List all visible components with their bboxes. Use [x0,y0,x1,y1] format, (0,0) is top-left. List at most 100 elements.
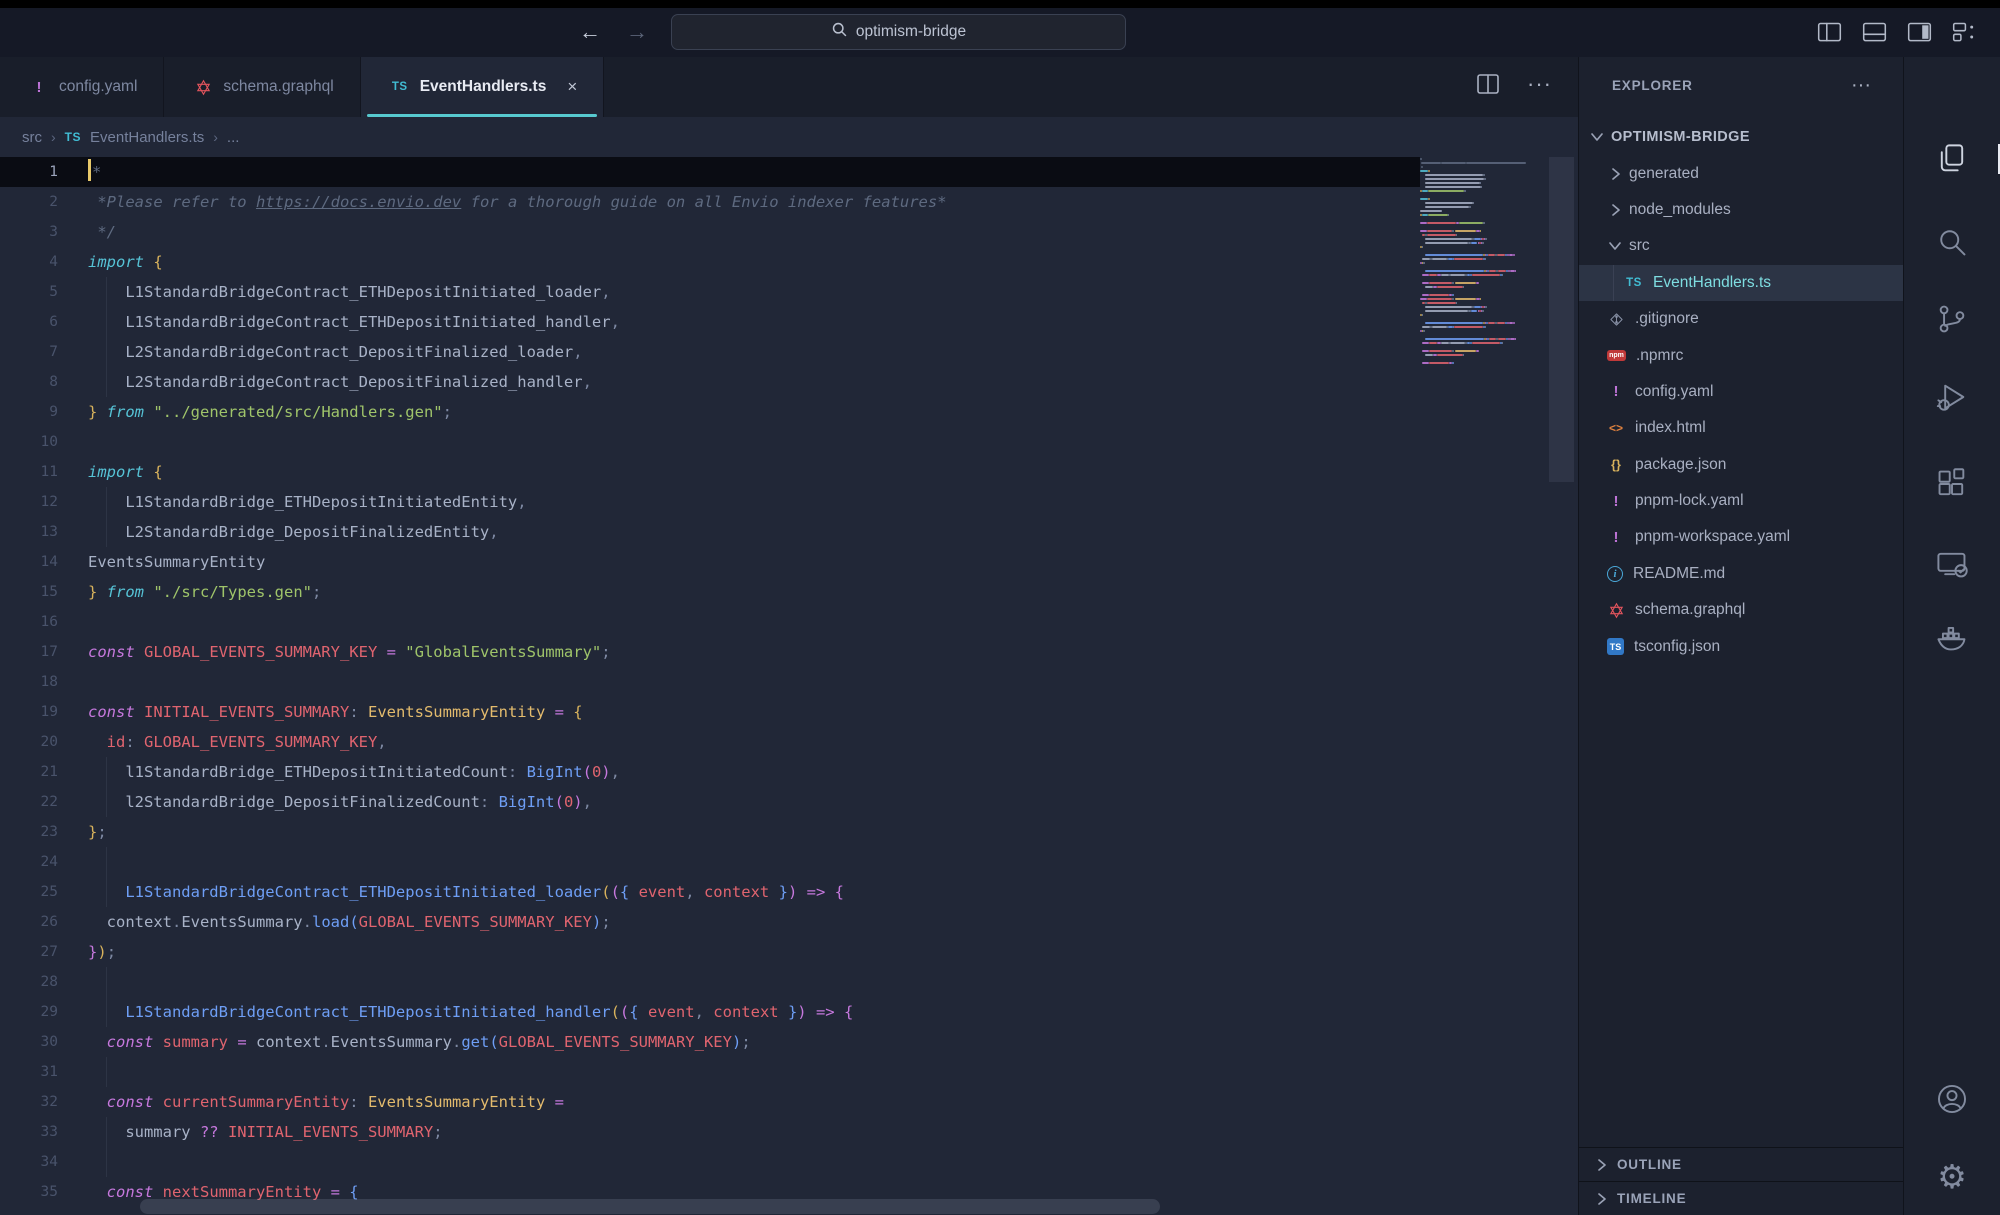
code-line-4[interactable]: 4import { [0,247,1578,277]
code-line-21[interactable]: 21l1StandardBridge_ETHDepositInitiatedCo… [0,757,1578,787]
line-number: 31 [0,1057,58,1087]
code-line-25[interactable]: 25L1StandardBridgeContract_ETHDepositIni… [0,877,1578,907]
code-line-31[interactable]: 31 [0,1057,1578,1087]
code-line-28[interactable]: 28 [0,967,1578,997]
tree-item-config.yaml[interactable]: !config.yaml [1579,374,1903,410]
extensions-icon[interactable] [1935,467,1969,501]
code-editor[interactable]: 1*2*Please refer to https://docs.envio.d… [0,157,1578,1215]
typescript-icon: TS [65,130,81,144]
tree-item-tsconfig.json[interactable]: TStsconfig.json [1579,628,1903,664]
tab-config.yaml[interactable]: !config.yaml [0,57,164,117]
code-line-17[interactable]: 17 const GLOBAL_EVENTS_SUMMARY_KEY = "Glo… [0,637,1578,667]
code-line-34[interactable]: 34 [0,1147,1578,1177]
code-line-3[interactable]: 3*/ [0,217,1578,247]
layout-icon[interactable] [1951,19,1978,46]
breadcrumb-segment[interactable]: ... [227,129,240,146]
section-outline[interactable]: OUTLINE [1579,1147,1903,1181]
sidebar-more-icon[interactable]: ··· [1851,74,1871,97]
code-text: l1StandardBridge_ETHDepositInitiatedCoun… [88,757,620,787]
code-line-29[interactable]: 29L1StandardBridgeContract_ETHDepositIni… [0,997,1578,1027]
remote-icon[interactable] [1935,547,1969,581]
files-icon[interactable] [1935,142,1969,176]
more-actions-icon[interactable]: ··· [1527,71,1552,97]
breadcrumb-separator: › [213,129,218,145]
debug-icon[interactable] [1935,380,1969,414]
line-number: 27 [0,937,58,967]
line-number: 17 [0,637,58,667]
tree-item-README.md[interactable]: iREADME.md [1579,556,1903,592]
tree-item-generated[interactable]: generated [1579,155,1903,191]
tree-indent-guide [1613,265,1614,301]
tree-item-src[interactable]: src [1579,228,1903,264]
tab-EventHandlers.ts[interactable]: TSEventHandlers.ts× [361,57,605,117]
nav-back-button[interactable]: ← [575,18,605,46]
code-line-30[interactable]: 30const summary = context.EventsSummary.… [0,1027,1578,1057]
code-line-18[interactable]: 18 [0,667,1578,697]
panel-right-icon[interactable] [1906,19,1933,46]
tree-item-index.html[interactable]: <>index.html [1579,410,1903,446]
code-line-32[interactable]: 32const currentSummaryEntity: EventsSumm… [0,1087,1578,1117]
minimap[interactable] [1420,157,1548,577]
code-text: }); [88,937,116,967]
breadcrumb-segment[interactable]: src [22,129,42,146]
code-line-2[interactable]: 2*Please refer to https://docs.envio.dev… [0,187,1578,217]
code-line-5[interactable]: 5 L1StandardBridgeContract_ETHDepositInit… [0,277,1578,307]
tab-schema.graphql[interactable]: schema.graphql [164,57,360,117]
tree-item-.gitignore[interactable]: .gitignore [1579,301,1903,337]
line-number: 33 [0,1117,58,1147]
line-number: 22 [0,787,58,817]
code-line-26[interactable]: 26context.EventsSummary.load(GLOBAL_EVEN… [0,907,1578,937]
code-line-13[interactable]: 13L2StandardBridge_DepositFinalizedEntit… [0,517,1578,547]
code-line-22[interactable]: 22l2StandardBridge_DepositFinalizedCount… [0,787,1578,817]
code-line-19[interactable]: 19const INITIAL_EVENTS_SUMMARY: EventsSu… [0,697,1578,727]
code-line-16[interactable]: 16 [0,607,1578,637]
chevron-right-icon [1593,1191,1609,1207]
command-center-search[interactable]: optimism-bridge [671,14,1126,50]
settings-icon[interactable]: ⚙ [1935,1160,1969,1194]
code-line-8[interactable]: 8L2StandardBridgeContract_DepositFinaliz… [0,367,1578,397]
code-line-20[interactable]: 20id: GLOBAL_EVENTS_SUMMARY_KEY, [0,727,1578,757]
code-line-23[interactable]: 23}; [0,817,1578,847]
panel-left-icon[interactable] [1816,19,1843,46]
code-line-7[interactable]: 7L2StandardBridgeContract_DepositFinaliz… [0,337,1578,367]
code-line-15[interactable]: 15} from "./src/Types.gen"; [0,577,1578,607]
code-line-14[interactable]: 14EventsSummaryEntity [0,547,1578,577]
panel-bottom-icon[interactable] [1861,19,1888,46]
tree-root-optimism-bridge[interactable]: OPTIMISM-BRIDGE [1579,119,1903,155]
vertical-scrollbar[interactable] [1549,157,1574,482]
code-line-33[interactable]: 33summary ?? INITIAL_EVENTS_SUMMARY; [0,1117,1578,1147]
code-text: L1StandardBridgeContract_ETHDepositIniti… [88,307,620,337]
tab-close-icon[interactable]: × [567,77,577,97]
tree-item-EventHandlers.ts[interactable]: TSEventHandlers.ts [1579,265,1903,301]
code-line-24[interactable]: 24 [0,847,1578,877]
code-text: L1StandardBridgeContract_ETHDepositIniti… [88,277,611,307]
code-text: L1StandardBridge_ETHDepositInitiatedEnti… [88,487,527,517]
code-line-12[interactable]: 12L1StandardBridge_ETHDepositInitiatedEn… [0,487,1578,517]
code-line-10[interactable]: 10 [0,427,1578,457]
file-label: pnpm-workspace.yaml [1635,528,1790,546]
code-line-27[interactable]: 27}); [0,937,1578,967]
tree-item-node_modules[interactable]: node_modules [1579,192,1903,228]
line-number: 6 [0,307,58,337]
nav-forward-button[interactable]: → [622,18,652,46]
code-text: const GLOBAL_EVENTS_SUMMARY_KEY = "Globa… [88,637,611,667]
tree-item-package.json[interactable]: {}package.json [1579,447,1903,483]
tree-item-schema.graphql[interactable]: schema.graphql [1579,592,1903,628]
docker-icon[interactable] [1935,620,1969,654]
code-line-9[interactable]: 9} from "../generated/src/Handlers.gen"; [0,397,1578,427]
source-control-icon[interactable] [1935,302,1969,336]
code-line-6[interactable]: 6 L1StandardBridgeContract_ETHDepositInit… [0,307,1578,337]
tree-item-pnpm-workspace.yaml[interactable]: !pnpm-workspace.yaml [1579,519,1903,555]
horizontal-scrollbar[interactable] [140,1199,1160,1214]
tree-item-pnpm-lock.yaml[interactable]: !pnpm-lock.yaml [1579,483,1903,519]
search-icon[interactable] [1935,225,1969,259]
breadcrumb-segment[interactable]: EventHandlers.ts [90,129,204,146]
section-timeline[interactable]: TIMELINE [1579,1181,1903,1215]
split-editor-icon[interactable] [1475,71,1501,97]
title-bar: ← → optimism-bridge [0,8,2000,57]
account-icon[interactable] [1935,1082,1969,1116]
code-line-11[interactable]: 11import { [0,457,1578,487]
tree-item-.npmrc[interactable]: npm.npmrc [1579,337,1903,373]
line-number: 5 [0,277,58,307]
code-line-1[interactable]: 1* [0,157,1420,187]
